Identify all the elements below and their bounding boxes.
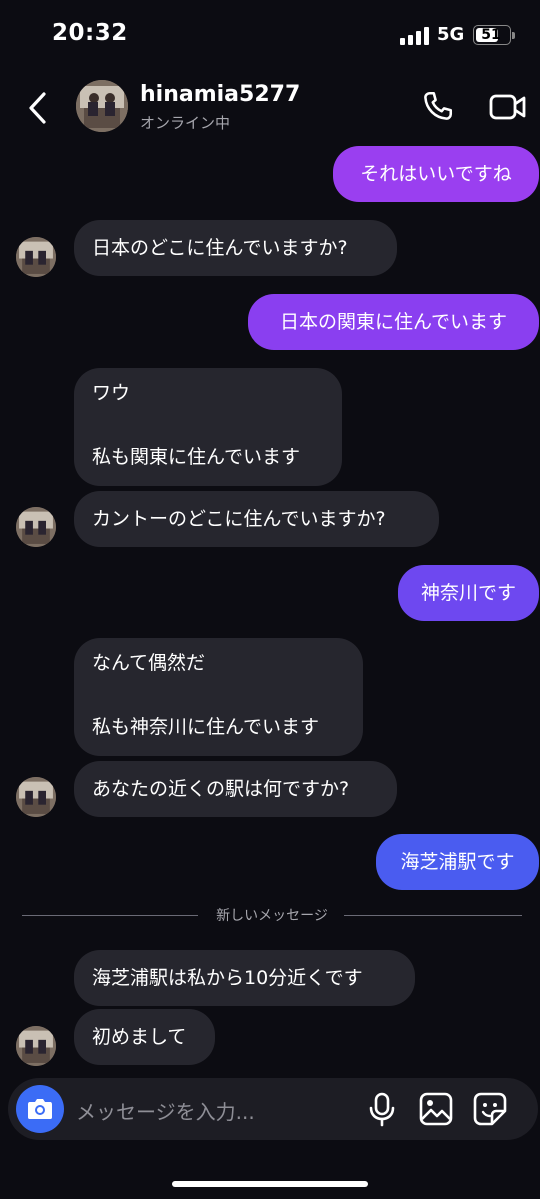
message-line: なんて偶然だ: [92, 652, 206, 674]
avatar[interactable]: [16, 507, 56, 547]
message-bubble-outgoing[interactable]: それはいいですね: [333, 146, 539, 202]
voice-call-button[interactable]: [420, 88, 456, 124]
message-bubble-outgoing[interactable]: 神奈川です: [398, 565, 539, 621]
phone-icon: [424, 91, 453, 120]
mic-icon: [369, 1092, 395, 1127]
sticker-button[interactable]: [472, 1091, 508, 1127]
message-line: 私も神奈川に住んでいます: [92, 716, 320, 738]
contact-status: オンライン中: [140, 114, 231, 132]
new-messages-divider: 新しいメッセージ: [22, 904, 522, 926]
home-indicator: [172, 1181, 368, 1187]
message-input[interactable]: メッセージを入力...: [76, 1096, 255, 1125]
message-line: ワウ: [92, 382, 131, 404]
back-icon: [29, 92, 46, 124]
signal-icon: [400, 27, 430, 45]
message-bubble-incoming[interactable]: 初めまして: [74, 1009, 215, 1065]
message-bubble-incoming[interactable]: あなたの近くの駅は何ですか?: [74, 761, 397, 817]
avatar[interactable]: [76, 80, 128, 132]
message-bubble-outgoing[interactable]: 海芝浦駅です: [376, 834, 539, 890]
message-composer: メッセージを入力...: [8, 1078, 538, 1140]
message-bubble-outgoing[interactable]: 日本の関東に住んでいます: [248, 294, 539, 350]
chat-header: hinamia5277 オンライン中: [0, 70, 540, 146]
avatar[interactable]: [16, 1026, 56, 1066]
avatar[interactable]: [16, 777, 56, 817]
network-label: 5G: [437, 24, 465, 45]
message-bubble-incoming[interactable]: なんて偶然だ 私も神奈川に住んでいます: [74, 638, 363, 756]
contact-username[interactable]: hinamia5277: [140, 82, 300, 107]
back-button[interactable]: [24, 90, 54, 126]
camera-button[interactable]: [16, 1085, 64, 1133]
gallery-button[interactable]: [418, 1091, 454, 1127]
gallery-icon: [419, 1092, 453, 1126]
video-call-button[interactable]: [488, 90, 528, 124]
video-icon: [489, 94, 526, 120]
camera-icon: [28, 1099, 52, 1119]
avatar[interactable]: [16, 237, 56, 277]
message-bubble-incoming[interactable]: ワウ 私も関東に住んでいます: [74, 368, 342, 486]
battery-icon: 51: [473, 25, 515, 45]
message-bubble-incoming[interactable]: 海芝浦駅は私から10分近くです: [74, 950, 415, 1006]
message-bubble-incoming[interactable]: 日本のどこに住んでいますか?: [74, 220, 397, 276]
message-line: 私も関東に住んでいます: [92, 446, 301, 468]
status-time: 20:32: [52, 20, 128, 46]
voice-message-button[interactable]: [364, 1091, 400, 1127]
status-bar: 20:32 5G 51: [0, 0, 540, 70]
message-bubble-incoming[interactable]: カントーのどこに住んでいますか?: [74, 491, 439, 547]
battery-percent: 51: [481, 27, 501, 43]
sticker-icon: [473, 1092, 507, 1126]
